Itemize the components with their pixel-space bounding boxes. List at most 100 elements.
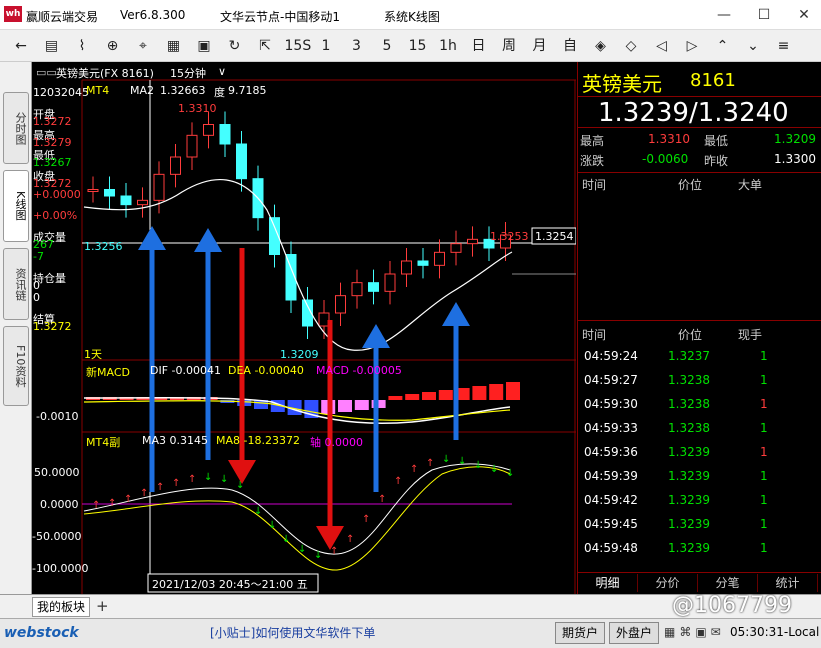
- bid-ask-price: 1.3239/1.3240: [598, 98, 789, 128]
- candle: [219, 124, 231, 145]
- tick-price: 1.3239: [668, 517, 710, 531]
- toolbar-button-25[interactable]: ≡: [773, 36, 795, 56]
- sell-arrow-icon: ↓: [268, 520, 276, 531]
- toolbar-button-24[interactable]: ⌄: [742, 36, 764, 56]
- tick-row[interactable]: 04:59:42 1.3239 1: [578, 488, 821, 512]
- low-price-label: 1.3209: [280, 348, 319, 361]
- deg-value: 9.7185: [228, 84, 267, 97]
- toolbar-button-3[interactable]: ⊕: [102, 36, 124, 56]
- deg-label: 度: [214, 86, 225, 99]
- toolbar-button-18[interactable]: 自: [559, 36, 581, 56]
- tick-volume: 1: [760, 373, 768, 387]
- status-icons[interactable]: ▦⌘▣✉: [664, 625, 725, 639]
- toolbar-button-15[interactable]: 日: [468, 36, 490, 56]
- toolbar-button-12[interactable]: 5: [376, 36, 398, 56]
- mt4-label[interactable]: MT4: [86, 84, 109, 97]
- toolbar-button-5[interactable]: ▦: [163, 36, 185, 56]
- tab-stats[interactable]: 统计: [758, 574, 818, 592]
- toolbar-button-22[interactable]: ▷: [681, 36, 703, 56]
- close-icon[interactable]: ✕: [790, 4, 818, 26]
- kline-chart[interactable]: ↑ ↑ ↑↑↑ ↑ ↑ ↓ ↓↓↓↓↓↓↓ ↑↑↑↑↑↑↑ ↓ ↓ ↓ ↓ ↓: [32, 62, 576, 594]
- toolbar-button-10[interactable]: 1: [315, 36, 337, 56]
- toolbar-button-1[interactable]: ▤: [41, 36, 63, 56]
- toolbar-button-14[interactable]: 1h: [437, 36, 459, 56]
- sub-tick: 50.0000: [34, 466, 80, 479]
- tick-row[interactable]: 04:59:33 1.3238 1: [578, 416, 821, 440]
- toolbar-button-13[interactable]: 15: [407, 36, 429, 56]
- tick-time: 04:59:27: [584, 373, 638, 387]
- divider: [578, 320, 821, 321]
- tick-price: 1.3238: [668, 421, 710, 435]
- sell-arrow-icon: ↓: [458, 456, 466, 467]
- fx-account-button[interactable]: 外盘户: [609, 622, 659, 644]
- tick-time: 04:59:36: [584, 445, 638, 459]
- toolbar-button-6[interactable]: ▣: [193, 36, 215, 56]
- tick-row[interactable]: 04:59:36 1.3239 1: [578, 440, 821, 464]
- tab-kline[interactable]: K线图: [3, 170, 29, 242]
- tab-price-dist[interactable]: 分价: [638, 574, 698, 592]
- period-day-label: 1天: [84, 348, 102, 361]
- minimize-icon[interactable]: —: [710, 4, 738, 26]
- toolbar-button-2[interactable]: ⌇: [71, 36, 93, 56]
- dif-value: DIF -0.00041: [150, 364, 221, 377]
- macd-value: MACD -0.00005: [316, 364, 402, 377]
- tick-time: 04:59:33: [584, 421, 638, 435]
- macd-name[interactable]: 新MACD: [86, 364, 130, 380]
- tab-detail[interactable]: 明细: [578, 574, 638, 592]
- toolbar-button-19[interactable]: ◈: [590, 36, 612, 56]
- toolbar-button-9[interactable]: 15S: [285, 36, 312, 56]
- mt4sub-name[interactable]: MT4副: [86, 434, 120, 450]
- tab-intraday[interactable]: 分时图: [3, 92, 29, 164]
- toolbar-button-0[interactable]: ←: [10, 36, 32, 56]
- tick-volume: 1: [760, 493, 768, 507]
- blue-up-arrow-icon: [194, 228, 222, 252]
- add-tab-button[interactable]: +: [96, 597, 109, 615]
- symbol-header[interactable]: 英镑美元(FX 8161): [56, 65, 154, 81]
- dea-value: DEA -0.00040: [228, 364, 304, 377]
- watermark: @1067799: [672, 593, 792, 618]
- toolbar-button-8[interactable]: ⇱: [254, 36, 276, 56]
- buy-arrow-icon: ↑: [92, 500, 100, 511]
- buy-arrow-icon: ↑: [426, 458, 434, 469]
- chevron-down-icon[interactable]: ∨: [218, 65, 226, 78]
- tick-row[interactable]: 04:59:45 1.3239 1: [578, 512, 821, 536]
- macd-bar: [472, 386, 487, 400]
- candle: [450, 243, 462, 253]
- toolbar-button-16[interactable]: 周: [498, 36, 520, 56]
- chart-area[interactable]: ↑ ↑ ↑ ↑ ↑ ↑ ↑ ↓ ↓ ↓ ↓ ↓ ↓ ↓ ↓ ↑ ↑ ↑ ↑ ↑ ↑ ↑ ↓ ↓ ↓ ↓ ↓ ▭▭ 英镑美元(FX 8…: [32, 62, 576, 594]
- candle: [368, 282, 379, 292]
- tab-trades[interactable]: 分笔: [698, 574, 758, 592]
- candle: [170, 156, 181, 175]
- tab-my-board[interactable]: 我的板块: [32, 597, 90, 617]
- left-tabs: 分时图 K线图 资讯链 F10资料: [0, 62, 32, 594]
- ma3-value: MA3 0.3145: [142, 434, 208, 447]
- tick-row[interactable]: 04:59:48 1.3239 1: [578, 536, 821, 560]
- period-select[interactable]: 15分钟: [170, 65, 206, 81]
- tick-row[interactable]: 04:59:27 1.3238 1: [578, 368, 821, 392]
- ma8-line: [83, 466, 511, 571]
- tick-row[interactable]: 04:59:24 1.3237 1: [578, 344, 821, 368]
- toolbar-button-7[interactable]: ↻: [224, 36, 246, 56]
- toolbar-button-4[interactable]: ⌖: [132, 36, 154, 56]
- tab-f10[interactable]: F10资料: [3, 326, 29, 406]
- tip-link[interactable]: [小贴士]如何使用文华软件下单: [210, 624, 375, 641]
- app-name: 赢顺云端交易: [26, 10, 99, 24]
- toolbar-button-17[interactable]: 月: [529, 36, 551, 56]
- toolbar-button-20[interactable]: ◇: [620, 36, 642, 56]
- maximize-icon[interactable]: ☐: [750, 4, 778, 26]
- toolbar-button-23[interactable]: ⌃: [712, 36, 734, 56]
- chart-menu-icon[interactable]: ▭▭: [36, 66, 57, 79]
- title-bar: wh 赢顺云端交易 Ver6.8.300 文华云节点-中国移动1 系统K线图 —…: [0, 0, 821, 30]
- toolbar-button-11[interactable]: 3: [346, 36, 368, 56]
- tick-row[interactable]: 04:59:30 1.3238 1: [578, 392, 821, 416]
- app-version: Ver6.8.300: [120, 8, 186, 22]
- macd-bar: [422, 392, 436, 400]
- tick-list[interactable]: 04:59:24 1.3237 1 04:59:27 1.3238 1 04:59:30 1.…: [578, 344, 821, 564]
- tab-news[interactable]: 资讯链: [3, 248, 29, 320]
- symbol-name: 英镑美元: [582, 72, 662, 96]
- macd-bar: [438, 390, 453, 400]
- futures-account-button[interactable]: 期货户: [555, 622, 605, 644]
- tick-row[interactable]: 04:59:39 1.3239 1: [578, 464, 821, 488]
- ma2-label: MA2: [130, 84, 155, 97]
- toolbar-button-21[interactable]: ◁: [651, 36, 673, 56]
